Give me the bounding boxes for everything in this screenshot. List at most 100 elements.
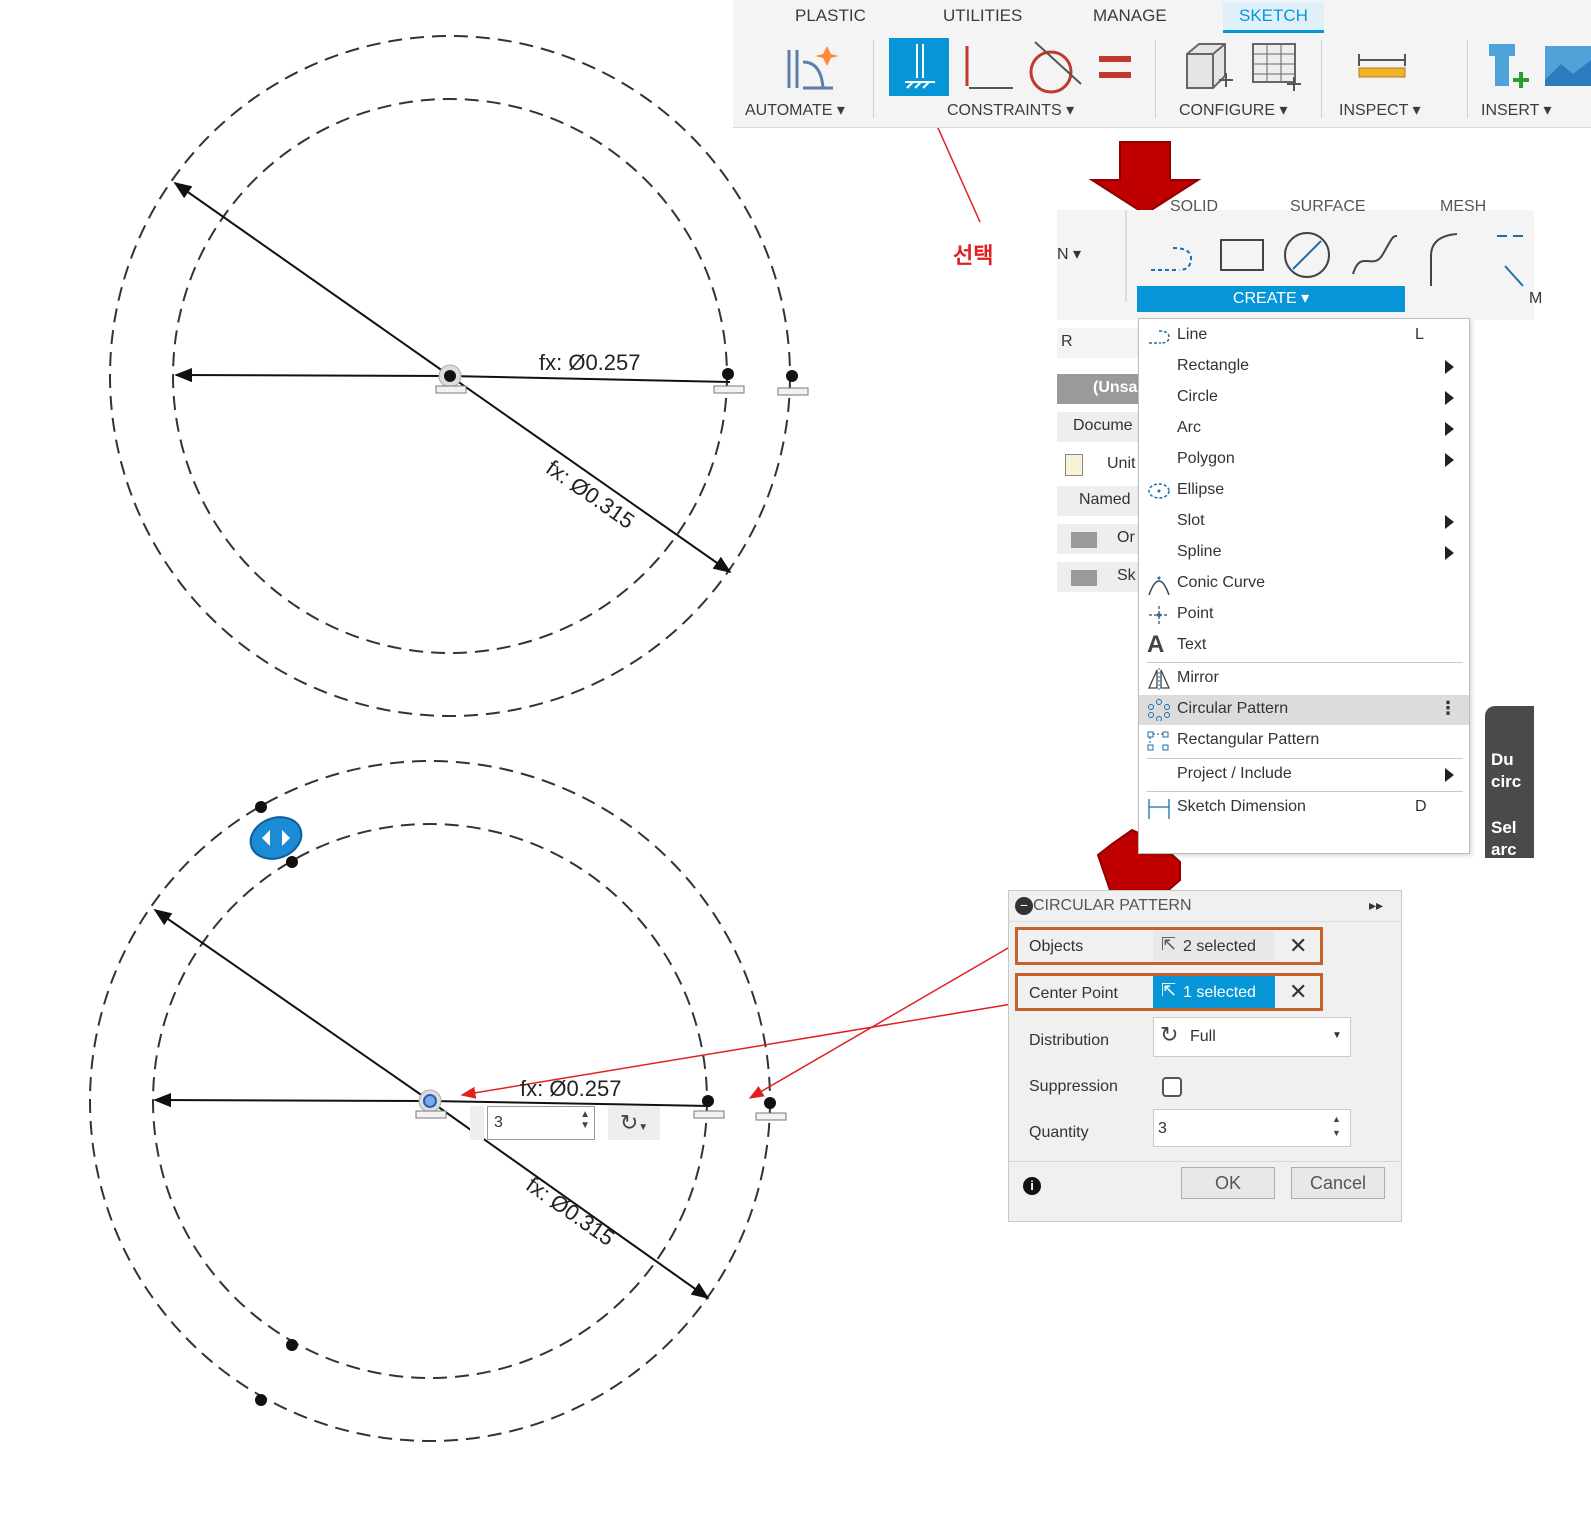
- center-point-selected[interactable]: [423, 1094, 437, 1108]
- inline-distribution-icon[interactable]: ↻▼: [608, 1106, 660, 1140]
- menu-item-mirror[interactable]: Mirror: [1139, 664, 1469, 694]
- menu-item-line[interactable]: Line L: [1139, 321, 1469, 351]
- submenu-arrow-icon: [1445, 422, 1454, 436]
- dimension-inner-bottom[interactable]: fx: Ø0.257: [520, 1076, 622, 1102]
- text-icon: A: [1147, 631, 1165, 658]
- tab-plastic[interactable]: PLASTIC: [795, 6, 866, 26]
- modify-label-fragment[interactable]: M: [1529, 290, 1542, 308]
- info-icon[interactable]: i: [1023, 1177, 1041, 1195]
- browser-named-views[interactable]: Named: [1057, 486, 1139, 516]
- dim-line-top-2[interactable]: [449, 375, 731, 383]
- spline-tool-icon[interactable]: [1347, 228, 1403, 282]
- suppression-checkbox[interactable]: [1162, 1077, 1182, 1097]
- browser-sketches[interactable]: Sk: [1057, 562, 1139, 592]
- menu-item-text[interactable]: A Text: [1139, 631, 1469, 661]
- configure-table-icon[interactable]: [1249, 40, 1305, 94]
- submenu-arrow-icon: [1445, 453, 1454, 467]
- group-inspect[interactable]: INSPECT ▾: [1339, 100, 1421, 120]
- group-configure[interactable]: CONFIGURE ▾: [1179, 100, 1287, 120]
- chevron-down-icon: ▼: [1332, 1030, 1342, 1041]
- dim-line-bottom-3[interactable]: [153, 908, 431, 1102]
- insert-bolt-icon[interactable]: [1483, 40, 1533, 94]
- toolbar-ribbon: PLASTIC UTILITIES MANAGE SKETCH AUTOMATE…: [733, 0, 1591, 128]
- fix-constraint-icon: [905, 44, 935, 89]
- configure-box-icon[interactable]: [1181, 40, 1237, 94]
- distribution-select[interactable]: ↻ Full ▼: [1153, 1017, 1351, 1057]
- fix-constraint-button[interactable]: [889, 38, 949, 96]
- menu-item-circular-pattern[interactable]: Circular Pattern ⋮: [1139, 695, 1469, 725]
- menu-item-arc[interactable]: Arc: [1139, 414, 1469, 444]
- browser-root[interactable]: (Unsa: [1057, 374, 1139, 404]
- browser-document-settings[interactable]: Docume: [1057, 412, 1139, 442]
- circular-pattern-dialog: CIRCULAR PATTERN − ▸▸ Objects ⇱ 2 select…: [1008, 890, 1402, 1222]
- modify-icons-fragment[interactable]: [1427, 226, 1527, 296]
- tab-sketch[interactable]: SKETCH: [1223, 2, 1324, 33]
- tab-manage[interactable]: MANAGE: [1093, 6, 1167, 26]
- menu-item-spline[interactable]: Spline: [1139, 538, 1469, 568]
- dim-line-top-3[interactable]: [173, 181, 451, 377]
- circle-tool-icon[interactable]: [1279, 228, 1335, 282]
- create-dropdown-button[interactable]: CREATE ▾: [1137, 286, 1405, 312]
- insert-image-icon[interactable]: [1541, 40, 1591, 90]
- quantity-spinner[interactable]: ▲ ▼: [1332, 1112, 1341, 1140]
- menu-item-sketch-dimension[interactable]: Sketch Dimension D: [1139, 793, 1469, 823]
- sketch-point-bottom-outer[interactable]: [764, 1097, 776, 1109]
- clear-center-icon[interactable]: ✕: [1289, 979, 1307, 1005]
- panel-left-label[interactable]: N ▾: [1057, 244, 1081, 264]
- browser-origin[interactable]: Or: [1057, 524, 1139, 554]
- dim-line-top-1[interactable]: [174, 367, 451, 383]
- automate-icon[interactable]: [783, 42, 843, 92]
- quantity-label: Quantity: [1029, 1124, 1089, 1141]
- sketch-point-top-outer[interactable]: [786, 370, 798, 382]
- sketch-point-bottom-inner[interactable]: [702, 1095, 714, 1107]
- inline-quantity-input[interactable]: 3 ▲ ▼: [487, 1106, 595, 1140]
- group-constraints[interactable]: CONSTRAINTS ▾: [947, 100, 1074, 120]
- menu-item-point[interactable]: Point: [1139, 600, 1469, 630]
- inline-grip[interactable]: [470, 1106, 484, 1140]
- menu-item-rectangular-pattern[interactable]: Rectangular Pattern: [1139, 726, 1469, 756]
- line-tool-icon[interactable]: [1145, 230, 1201, 280]
- dim-line-top-4[interactable]: [449, 375, 732, 574]
- objects-selector[interactable]: ⇱ 2 selected: [1153, 931, 1275, 961]
- cancel-button[interactable]: Cancel: [1291, 1167, 1385, 1199]
- folder-icon: [1071, 532, 1097, 548]
- quantity-input[interactable]: 3 ▲ ▼: [1153, 1109, 1351, 1147]
- tab-utilities[interactable]: UTILITIES: [943, 6, 1022, 26]
- menu-item-conic-curve[interactable]: Conic Curve: [1139, 569, 1469, 599]
- dimension-inner-top[interactable]: fx: Ø0.257: [539, 350, 641, 376]
- rectangle-tool-icon[interactable]: [1215, 234, 1271, 278]
- menu-item-circle[interactable]: Circle: [1139, 383, 1469, 413]
- ribbon-separator: [1467, 40, 1468, 118]
- expand-icon[interactable]: ▸▸: [1369, 897, 1383, 914]
- pattern-point-4: [255, 1394, 267, 1406]
- group-automate[interactable]: AUTOMATE ▾: [745, 100, 845, 120]
- menu-item-rectangle[interactable]: Rectangle: [1139, 352, 1469, 382]
- measure-icon[interactable]: [1353, 48, 1413, 84]
- center-point-selector[interactable]: ⇱ 1 selected: [1153, 976, 1275, 1008]
- equal-icon[interactable]: [1095, 50, 1135, 86]
- perpendicular-icon[interactable]: [961, 42, 1021, 94]
- more-options-icon[interactable]: ⋮: [1439, 698, 1457, 719]
- dim-line-bottom-1[interactable]: [153, 1092, 431, 1108]
- center-dot-top: [444, 370, 456, 382]
- menu-item-polygon[interactable]: Polygon: [1139, 445, 1469, 475]
- menu-item-project-include[interactable]: Project / Include: [1139, 760, 1469, 790]
- clear-objects-icon[interactable]: ✕: [1289, 933, 1307, 959]
- ok-button[interactable]: OK: [1181, 1167, 1275, 1199]
- collapse-icon[interactable]: −: [1015, 897, 1033, 915]
- ribbon-separator: [873, 40, 874, 118]
- tab-solid-fragment[interactable]: SOLID: [1170, 198, 1218, 216]
- center-point-label: Center Point: [1029, 985, 1118, 1002]
- menu-item-ellipse[interactable]: Ellipse: [1139, 476, 1469, 506]
- browser-units[interactable]: Unit: [1057, 450, 1139, 480]
- sketch-point-top-inner[interactable]: [722, 368, 734, 380]
- tab-surface-fragment[interactable]: SURFACE: [1290, 198, 1366, 216]
- pattern-point-1: [255, 801, 267, 813]
- tangent-icon[interactable]: [1025, 40, 1085, 94]
- rectangular-pattern-icon: [1147, 731, 1169, 751]
- submenu-arrow-icon: [1445, 360, 1454, 374]
- menu-item-slot[interactable]: Slot: [1139, 507, 1469, 537]
- inline-quantity-spinner[interactable]: ▲ ▼: [580, 1109, 590, 1131]
- group-insert[interactable]: INSERT ▾: [1481, 100, 1552, 120]
- tab-mesh-fragment[interactable]: MESH: [1440, 198, 1486, 216]
